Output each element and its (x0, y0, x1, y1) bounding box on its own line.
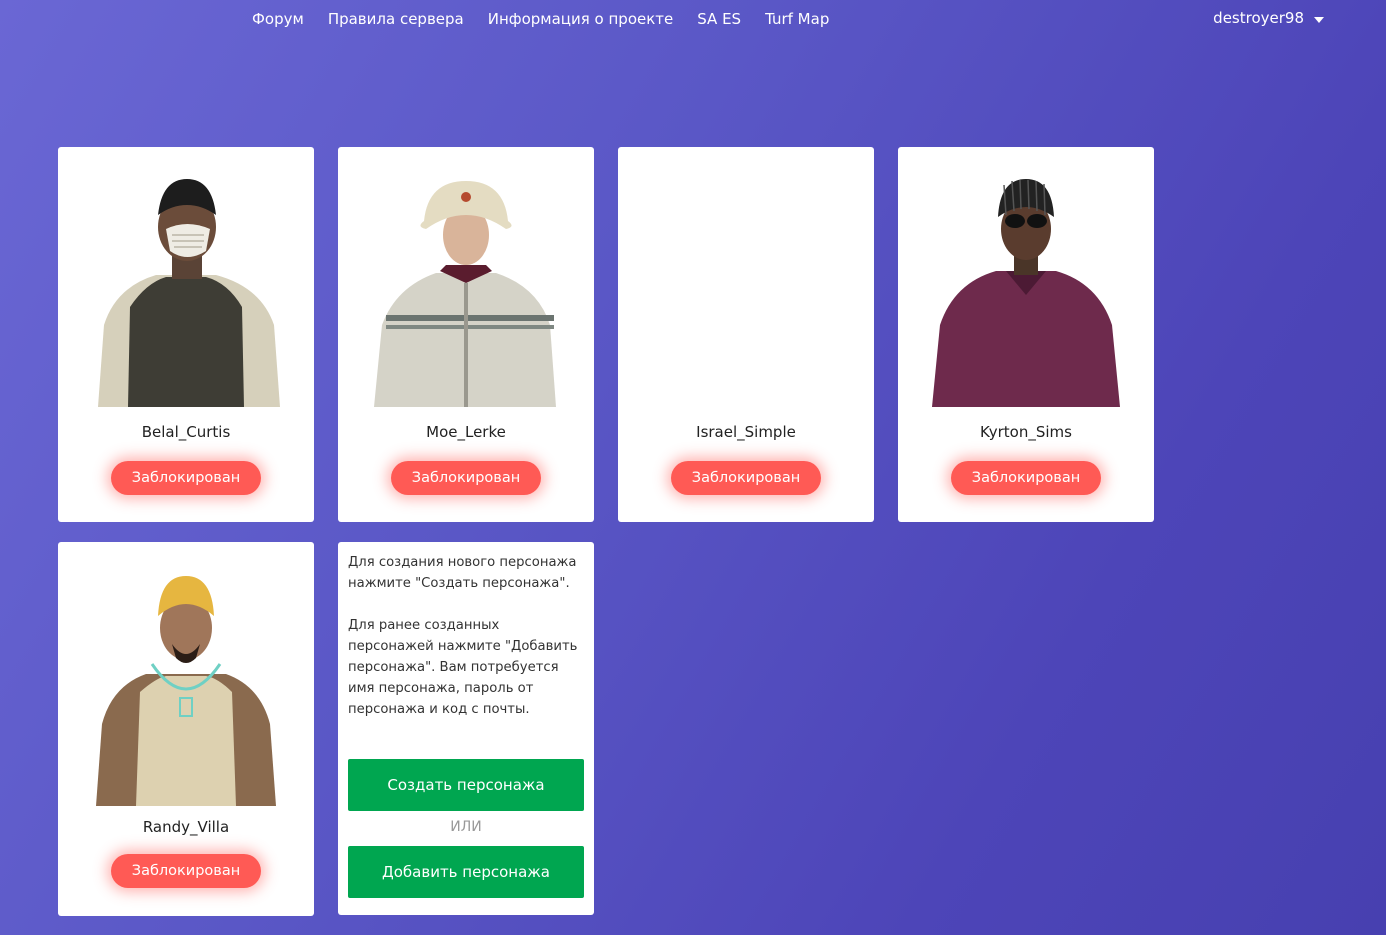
nav-link-server-rules[interactable]: Правила сервера (328, 9, 464, 29)
status-badge[interactable]: Заблокирован (671, 461, 821, 495)
username: destroyer98 (1213, 9, 1304, 27)
user-menu[interactable]: destroyer98 (1213, 9, 1324, 27)
nav-link-sa-es[interactable]: SA ES (697, 9, 741, 29)
character-card-israel-simple[interactable]: Israel_Simple Заблокирован (618, 147, 874, 522)
status-badge[interactable]: Заблокирован (111, 461, 261, 495)
character-card-moe-lerke[interactable]: Moe_Lerke Заблокирован (338, 147, 594, 522)
character-name: Moe_Lerke (426, 423, 506, 441)
character-card-kyrton-sims[interactable]: Kyrton_Sims Заблокирован (898, 147, 1154, 522)
status-badge[interactable]: Заблокирован (111, 854, 261, 888)
character-avatar (96, 576, 276, 806)
nav-link-turf-map[interactable]: Turf Map (765, 9, 829, 29)
chevron-down-icon (1314, 16, 1324, 23)
character-name: Randy_Villa (142, 818, 230, 836)
character-card-belal-curtis[interactable]: Belal_Curtis Заблокирован (58, 147, 314, 522)
create-character-button[interactable]: Создать персонажа (348, 759, 584, 811)
top-nav: Форум Правила сервера Информация о проек… (252, 9, 853, 29)
info-create-text: Для создания нового персонажа нажмите "С… (348, 555, 577, 591)
or-separator: ИЛИ (450, 819, 482, 835)
nav-link-forum[interactable]: Форум (252, 9, 304, 29)
character-avatar (374, 181, 556, 407)
character-avatar (98, 179, 280, 407)
character-name: Kyrton_Sims (980, 423, 1072, 441)
info-add-text: Для ранее созданных персонажей нажмите "… (348, 618, 578, 717)
character-name: Belal_Curtis (141, 423, 231, 441)
character-name: Israel_Simple (696, 423, 796, 441)
nav-link-project-info[interactable]: Информация о проекте (488, 9, 674, 29)
status-badge[interactable]: Заблокирован (391, 461, 541, 495)
status-badge[interactable]: Заблокирован (951, 461, 1101, 495)
character-avatar (932, 179, 1120, 407)
add-character-button[interactable]: Добавить персонажа (348, 846, 584, 898)
info-card: Для создания нового персонажа нажмите "С… (338, 542, 594, 915)
character-card-randy-villa[interactable]: Randy_Villa Заблокирован (58, 542, 314, 916)
